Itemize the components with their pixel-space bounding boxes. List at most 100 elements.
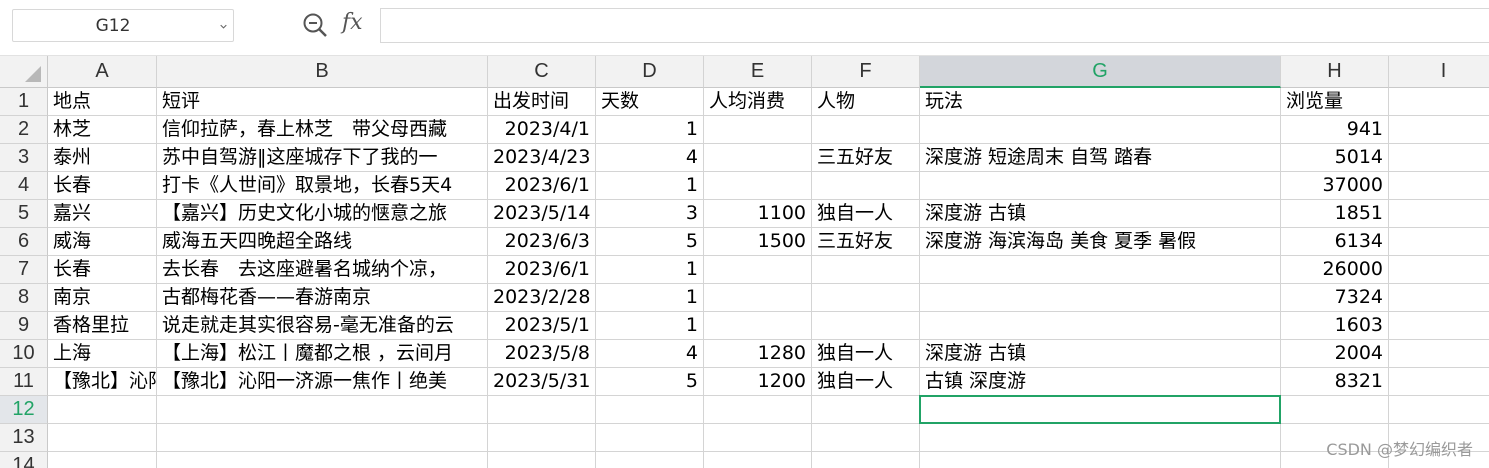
cell-i11[interactable] bbox=[1389, 368, 1489, 396]
cell-a11[interactable]: 【豫北】沁阳 bbox=[48, 368, 157, 396]
cell-c2[interactable]: 2023/4/1 bbox=[488, 116, 596, 144]
cell-a12[interactable] bbox=[48, 396, 157, 424]
cell-i5[interactable] bbox=[1389, 200, 1489, 228]
cell-g9[interactable] bbox=[920, 312, 1281, 340]
cell-e7[interactable] bbox=[704, 256, 812, 284]
cell-b12[interactable] bbox=[157, 396, 488, 424]
cell-d6[interactable]: 5 bbox=[596, 228, 704, 256]
cell-e5[interactable]: 1100 bbox=[704, 200, 812, 228]
cell-a3[interactable]: 泰州 bbox=[48, 144, 157, 172]
cell-g5[interactable]: 深度游 古镇 bbox=[920, 200, 1281, 228]
cell-f12[interactable] bbox=[812, 396, 920, 424]
cell-f5[interactable]: 独自一人 bbox=[812, 200, 920, 228]
cell-b13[interactable] bbox=[157, 424, 488, 452]
cell-e9[interactable] bbox=[704, 312, 812, 340]
cell-h10[interactable]: 2004 bbox=[1281, 340, 1389, 368]
cell-h11[interactable]: 8321 bbox=[1281, 368, 1389, 396]
cell-f4[interactable] bbox=[812, 172, 920, 200]
cell-d7[interactable]: 1 bbox=[596, 256, 704, 284]
cell-c4[interactable]: 2023/6/1 bbox=[488, 172, 596, 200]
cell-g1[interactable]: 玩法 bbox=[920, 88, 1281, 116]
cell-i3[interactable] bbox=[1389, 144, 1489, 172]
cell-c7[interactable]: 2023/6/1 bbox=[488, 256, 596, 284]
cell-g3[interactable]: 深度游 短途周末 自驾 踏春 bbox=[920, 144, 1281, 172]
cell-b10[interactable]: 【上海】松江丨魔都之根 ，云间月 bbox=[157, 340, 488, 368]
cell-b14[interactable] bbox=[157, 452, 488, 468]
cell-h3[interactable]: 5014 bbox=[1281, 144, 1389, 172]
cell-g6[interactable]: 深度游 海滨海岛 美食 夏季 暑假 bbox=[920, 228, 1281, 256]
cell-a10[interactable]: 上海 bbox=[48, 340, 157, 368]
cell-d9[interactable]: 1 bbox=[596, 312, 704, 340]
cell-g4[interactable] bbox=[920, 172, 1281, 200]
fx-icon[interactable]: fx bbox=[342, 10, 363, 35]
column-header-b[interactable]: B bbox=[157, 56, 488, 88]
cell-e2[interactable] bbox=[704, 116, 812, 144]
cell-h7[interactable]: 26000 bbox=[1281, 256, 1389, 284]
column-header-e[interactable]: E bbox=[704, 56, 812, 88]
cell-d14[interactable] bbox=[596, 452, 704, 468]
row-header-11[interactable]: 11 bbox=[0, 368, 48, 396]
cell-e8[interactable] bbox=[704, 284, 812, 312]
cell-a9[interactable]: 香格里拉 bbox=[48, 312, 157, 340]
cell-c1[interactable]: 出发时间 bbox=[488, 88, 596, 116]
cell-f1[interactable]: 人物 bbox=[812, 88, 920, 116]
cell-i1[interactable] bbox=[1389, 88, 1489, 116]
cell-a14[interactable] bbox=[48, 452, 157, 468]
cell-a13[interactable] bbox=[48, 424, 157, 452]
cell-d8[interactable]: 1 bbox=[596, 284, 704, 312]
row-header-14[interactable]: 14 bbox=[0, 452, 48, 468]
cell-d4[interactable]: 1 bbox=[596, 172, 704, 200]
row-header-10[interactable]: 10 bbox=[0, 340, 48, 368]
row-header-2[interactable]: 2 bbox=[0, 116, 48, 144]
cell-e6[interactable]: 1500 bbox=[704, 228, 812, 256]
cell-c6[interactable]: 2023/6/3 bbox=[488, 228, 596, 256]
cell-h12[interactable] bbox=[1281, 396, 1389, 424]
cell-f13[interactable] bbox=[812, 424, 920, 452]
chevron-down-icon[interactable] bbox=[220, 23, 227, 30]
cell-h6[interactable]: 6134 bbox=[1281, 228, 1389, 256]
cell-f3[interactable]: 三五好友 bbox=[812, 144, 920, 172]
cell-h8[interactable]: 7324 bbox=[1281, 284, 1389, 312]
column-header-f[interactable]: F bbox=[812, 56, 920, 88]
cell-i8[interactable] bbox=[1389, 284, 1489, 312]
row-header-8[interactable]: 8 bbox=[0, 284, 48, 312]
cell-g10[interactable]: 深度游 古镇 bbox=[920, 340, 1281, 368]
cell-e13[interactable] bbox=[704, 424, 812, 452]
cell-i2[interactable] bbox=[1389, 116, 1489, 144]
column-header-g[interactable]: G bbox=[920, 56, 1281, 88]
cell-c5[interactable]: 2023/5/14 bbox=[488, 200, 596, 228]
cell-e3[interactable] bbox=[704, 144, 812, 172]
cell-a6[interactable]: 威海 bbox=[48, 228, 157, 256]
cell-b7[interactable]: 去长春 去这座避暑名城纳个凉， bbox=[157, 256, 488, 284]
column-header-i[interactable]: I bbox=[1389, 56, 1489, 88]
row-header-13[interactable]: 13 bbox=[0, 424, 48, 452]
cell-e1[interactable]: 人均消费 bbox=[704, 88, 812, 116]
cell-h9[interactable]: 1603 bbox=[1281, 312, 1389, 340]
cell-f9[interactable] bbox=[812, 312, 920, 340]
cell-c14[interactable] bbox=[488, 452, 596, 468]
cell-g14[interactable] bbox=[920, 452, 1281, 468]
row-header-5[interactable]: 5 bbox=[0, 200, 48, 228]
row-header-3[interactable]: 3 bbox=[0, 144, 48, 172]
cell-d12[interactable] bbox=[596, 396, 704, 424]
cell-f7[interactable] bbox=[812, 256, 920, 284]
zoom-out-icon[interactable] bbox=[302, 12, 328, 38]
row-header-9[interactable]: 9 bbox=[0, 312, 48, 340]
cell-e4[interactable] bbox=[704, 172, 812, 200]
cell-g2[interactable] bbox=[920, 116, 1281, 144]
row-header-1[interactable]: 1 bbox=[0, 88, 48, 116]
cell-d5[interactable]: 3 bbox=[596, 200, 704, 228]
column-header-c[interactable]: C bbox=[488, 56, 596, 88]
cell-e12[interactable] bbox=[704, 396, 812, 424]
cell-d10[interactable]: 4 bbox=[596, 340, 704, 368]
cell-d11[interactable]: 5 bbox=[596, 368, 704, 396]
cell-c9[interactable]: 2023/5/1 bbox=[488, 312, 596, 340]
cell-g11[interactable]: 古镇 深度游 bbox=[920, 368, 1281, 396]
row-header-12[interactable]: 12 bbox=[0, 396, 48, 424]
cell-d2[interactable]: 1 bbox=[596, 116, 704, 144]
cell-e14[interactable] bbox=[704, 452, 812, 468]
cell-i6[interactable] bbox=[1389, 228, 1489, 256]
cell-d13[interactable] bbox=[596, 424, 704, 452]
cell-c8[interactable]: 2023/2/28 bbox=[488, 284, 596, 312]
cell-i7[interactable] bbox=[1389, 256, 1489, 284]
